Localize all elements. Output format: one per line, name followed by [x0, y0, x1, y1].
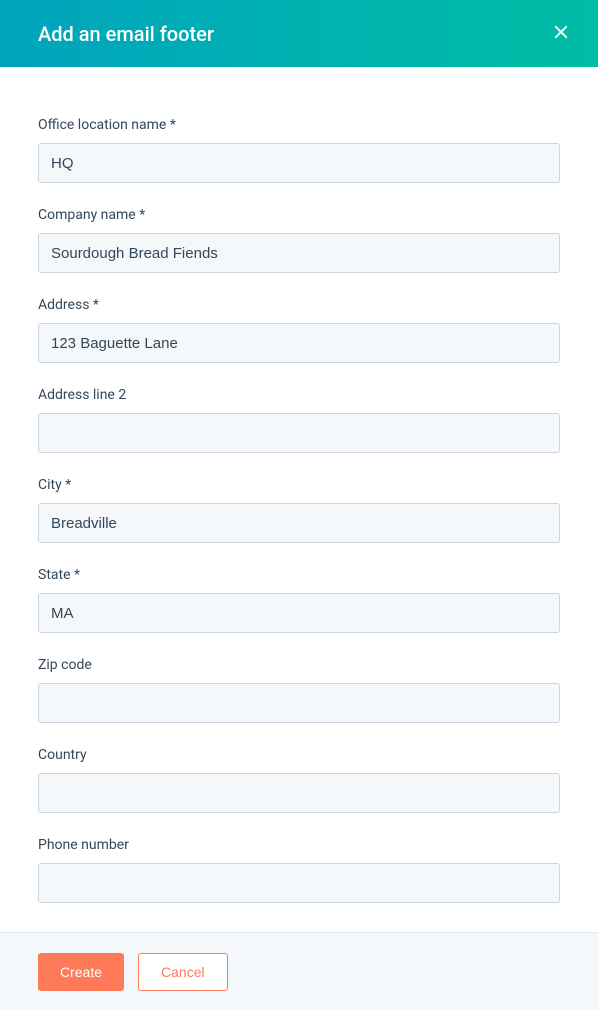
zip-code-label: Zip code — [38, 657, 560, 673]
modal-footer: Create Cancel — [0, 932, 598, 1010]
form-group: City * — [38, 477, 560, 543]
modal-header: Add an email footer — [0, 0, 598, 67]
form-group: Phone number — [38, 837, 560, 903]
close-button[interactable] — [548, 19, 574, 48]
office-location-name-label: Office location name * — [38, 117, 560, 133]
form-group: Company name * — [38, 207, 560, 273]
form-group: Address line 2 — [38, 387, 560, 453]
address-input[interactable] — [38, 323, 560, 363]
state-label: State * — [38, 567, 560, 583]
phone-number-label: Phone number — [38, 837, 560, 853]
form-group: Zip code — [38, 657, 560, 723]
city-label: City * — [38, 477, 560, 493]
form-group: Office location name * — [38, 117, 560, 183]
city-input[interactable] — [38, 503, 560, 543]
address-label: Address * — [38, 297, 560, 313]
phone-number-input[interactable] — [38, 863, 560, 903]
create-button[interactable]: Create — [38, 953, 124, 991]
close-icon — [552, 23, 570, 44]
form-container: Office location name * Company name * Ad… — [0, 67, 598, 932]
cancel-button[interactable]: Cancel — [138, 953, 228, 991]
form-group: Address * — [38, 297, 560, 363]
address-line-2-input[interactable] — [38, 413, 560, 453]
company-name-label: Company name * — [38, 207, 560, 223]
form-group: Country — [38, 747, 560, 813]
country-label: Country — [38, 747, 560, 763]
address-line-2-label: Address line 2 — [38, 387, 560, 403]
country-input[interactable] — [38, 773, 560, 813]
form-group: State * — [38, 567, 560, 633]
company-name-input[interactable] — [38, 233, 560, 273]
zip-code-input[interactable] — [38, 683, 560, 723]
modal-title: Add an email footer — [38, 22, 214, 46]
office-location-name-input[interactable] — [38, 143, 560, 183]
state-input[interactable] — [38, 593, 560, 633]
